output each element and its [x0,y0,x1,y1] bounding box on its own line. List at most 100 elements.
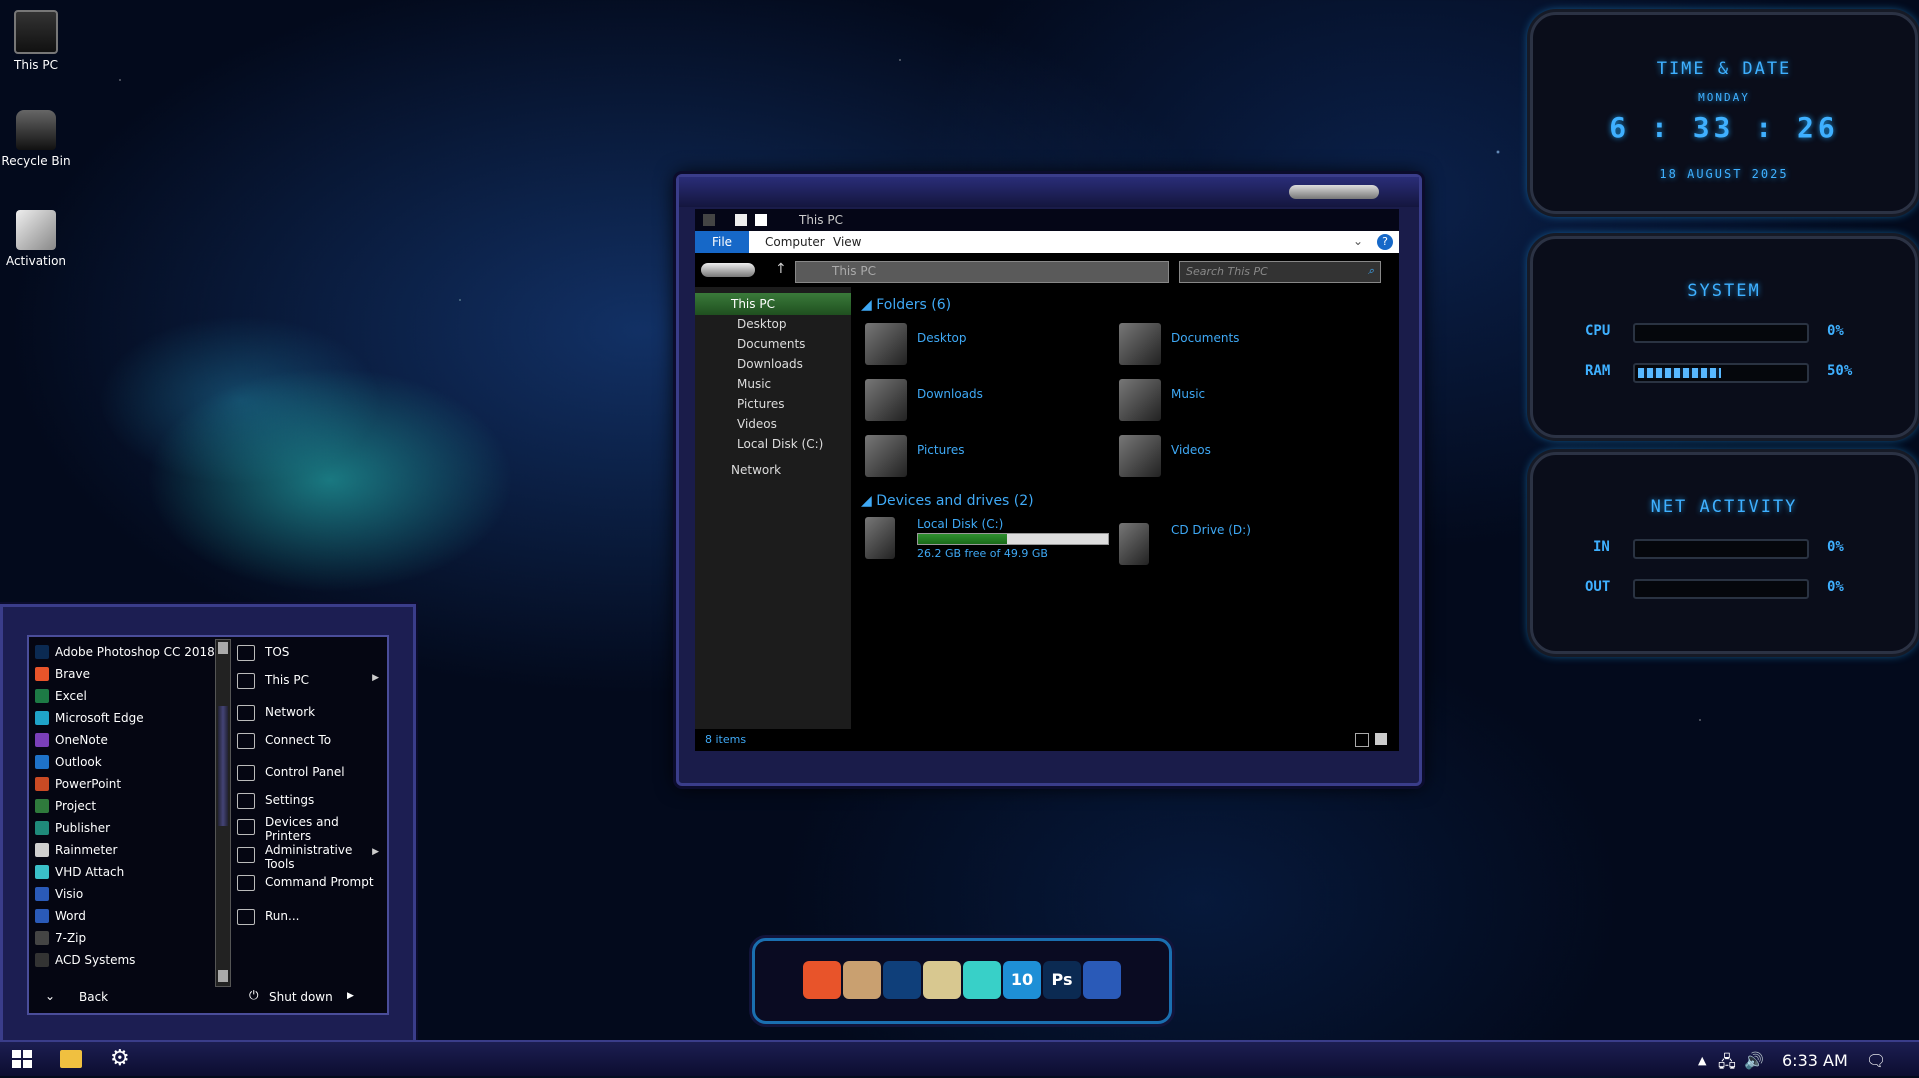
computer-icon [14,10,58,54]
places-item[interactable]: This PC ▶ [235,669,385,697]
shutdown-button[interactable]: ⏻ Shut down ▶ [249,987,369,1007]
new-folder-icon[interactable] [755,214,767,226]
ram-usage-bar [1633,363,1809,383]
widget-title: TIME & DATE [1656,59,1792,79]
folder-desktop[interactable]: Desktop [865,323,1065,369]
dots-icon[interactable] [883,961,921,999]
nav-item-desktop[interactable]: Desktop [695,313,851,335]
up-arrow-icon[interactable]: ↑ [775,261,787,277]
app-icon [35,909,49,923]
help-icon[interactable]: ? [1377,234,1393,250]
folder-label: Downloads [917,387,983,401]
submenu-arrow: ▶ [372,847,379,857]
nav-item-pictures[interactable]: Pictures [695,393,851,415]
system-widget: SYSTEM CPU 0% RAM 50% [1530,236,1918,438]
places-item[interactable]: Command Prompt [235,871,385,899]
explorer-window[interactable]: This PC File Computer View ⌄ ? ↑ This PC… [676,174,1422,786]
status-bar: 8 items [695,729,1399,751]
places-item[interactable]: Run... [235,905,385,933]
chevron-down-icon[interactable]: ⌄ [1353,234,1363,248]
ram-label: RAM [1585,363,1611,379]
folder-music[interactable]: Music [1119,379,1319,425]
app-icon [35,843,49,857]
notification-icon[interactable]: 🗨 [1866,1051,1886,1070]
places-item[interactable]: Settings [235,789,385,817]
window-title: This PC [799,213,843,227]
nav-item-local-disk[interactable]: Local Disk (C:) [695,433,851,455]
app-label: Microsoft Edge [55,711,144,725]
search-input[interactable]: Search This PC ⌕ [1179,261,1381,283]
drive-usage-fill [918,534,1007,544]
file-explorer-icon[interactable] [60,1050,82,1068]
drive-cd[interactable]: CD Drive (D:) [1119,523,1319,569]
places-item[interactable]: Connect To [235,729,385,757]
scroll-down-button[interactable] [218,970,228,982]
photoshop-icon[interactable]: Ps [1043,961,1081,999]
cpu-usage-bar [1633,323,1809,343]
scroll-up-button[interactable] [218,642,228,654]
disc-icon[interactable] [843,961,881,999]
folder-icon [865,435,907,477]
desktop-icon-label: This PC [14,58,58,72]
app-label: 7-Zip [55,931,87,945]
search-icon[interactable]: ⌕ [1368,264,1374,278]
tab-view[interactable]: View [833,235,861,249]
chevron-up-icon[interactable]: ▲ [1698,1054,1706,1067]
details-view-icon[interactable] [1355,733,1369,747]
places-item[interactable]: Devices and Printers [235,815,385,843]
back-button[interactable]: ⌄ Back [35,987,215,1007]
tab-file[interactable]: File [695,231,749,253]
brave-icon[interactable] [803,961,841,999]
nav-item-label: Music [737,377,772,391]
nav-item-downloads[interactable]: Downloads [695,353,851,375]
app-icon [35,821,49,835]
folder-downloads[interactable]: Downloads [865,379,1065,425]
app-icon [35,931,49,945]
nav-item-label: Pictures [737,397,785,411]
desktop-icon-activation[interactable]: Activation [0,210,76,268]
places-item[interactable]: TOS [235,641,385,669]
scroll-thumb[interactable] [218,706,228,826]
desktop-icon-this-pc[interactable]: This PC [0,10,76,72]
nav-item-label: Videos [737,417,777,431]
camera-icon[interactable] [1083,961,1121,999]
folder-videos[interactable]: Videos [1119,435,1319,481]
address-bar[interactable]: This PC [795,261,1169,283]
folder-pictures[interactable]: Pictures [865,435,1065,481]
places-item[interactable]: Control Panel [235,761,385,789]
desktop-icon-recycle-bin[interactable]: Recycle Bin [0,110,76,168]
folders-section-header[interactable]: ◢ Folders (6) [861,297,951,313]
gear-icon[interactable]: ⚙ [110,1046,130,1071]
folder-label: Documents [1171,331,1240,345]
nav-item-this-pc[interactable]: This PC [695,293,851,315]
places-item[interactable]: Network [235,701,385,729]
taskbar-clock[interactable]: 6:33 AM [1782,1051,1848,1070]
shutdown-options-arrow[interactable]: ▶ [347,991,354,1001]
windows10-icon[interactable]: 10 [1003,961,1041,999]
places-item[interactable]: Administrative Tools ▶ [235,843,385,871]
drive-local-disk[interactable]: Local Disk (C:) 26.2 GB free of 49.9 GB [865,517,1115,563]
drive-icon[interactable] [923,961,961,999]
run-icon [237,909,255,925]
app-icon [35,887,49,901]
back-forward-button[interactable] [701,263,755,277]
window-controls-button[interactable] [1289,185,1379,199]
large-icons-view-icon[interactable] [1375,733,1387,745]
nav-item-documents[interactable]: Documents [695,333,851,355]
title-bar[interactable]: This PC [695,209,1399,231]
nav-item-network[interactable]: Network [695,459,851,481]
folder-documents[interactable]: Documents [1119,323,1319,369]
usb-drive-icon[interactable] [963,961,1001,999]
shutdown-label: Shut down [269,990,333,1004]
content-pane: ◢ Folders (6) Desktop Documents Download… [851,287,1399,729]
nav-item-music[interactable]: Music [695,373,851,395]
places-label: Control Panel [265,765,345,779]
volume-icon[interactable]: 🔊 [1744,1051,1764,1070]
tab-computer[interactable]: Computer [765,235,825,249]
drives-section-header[interactable]: ◢ Devices and drives (2) [861,493,1034,509]
windows-start-icon[interactable] [12,1050,32,1068]
app-list-scrollbar[interactable] [215,639,231,987]
checkbox-icon[interactable] [735,214,747,226]
nav-item-videos[interactable]: Videos [695,413,851,435]
hard-drive-icon [865,517,895,559]
